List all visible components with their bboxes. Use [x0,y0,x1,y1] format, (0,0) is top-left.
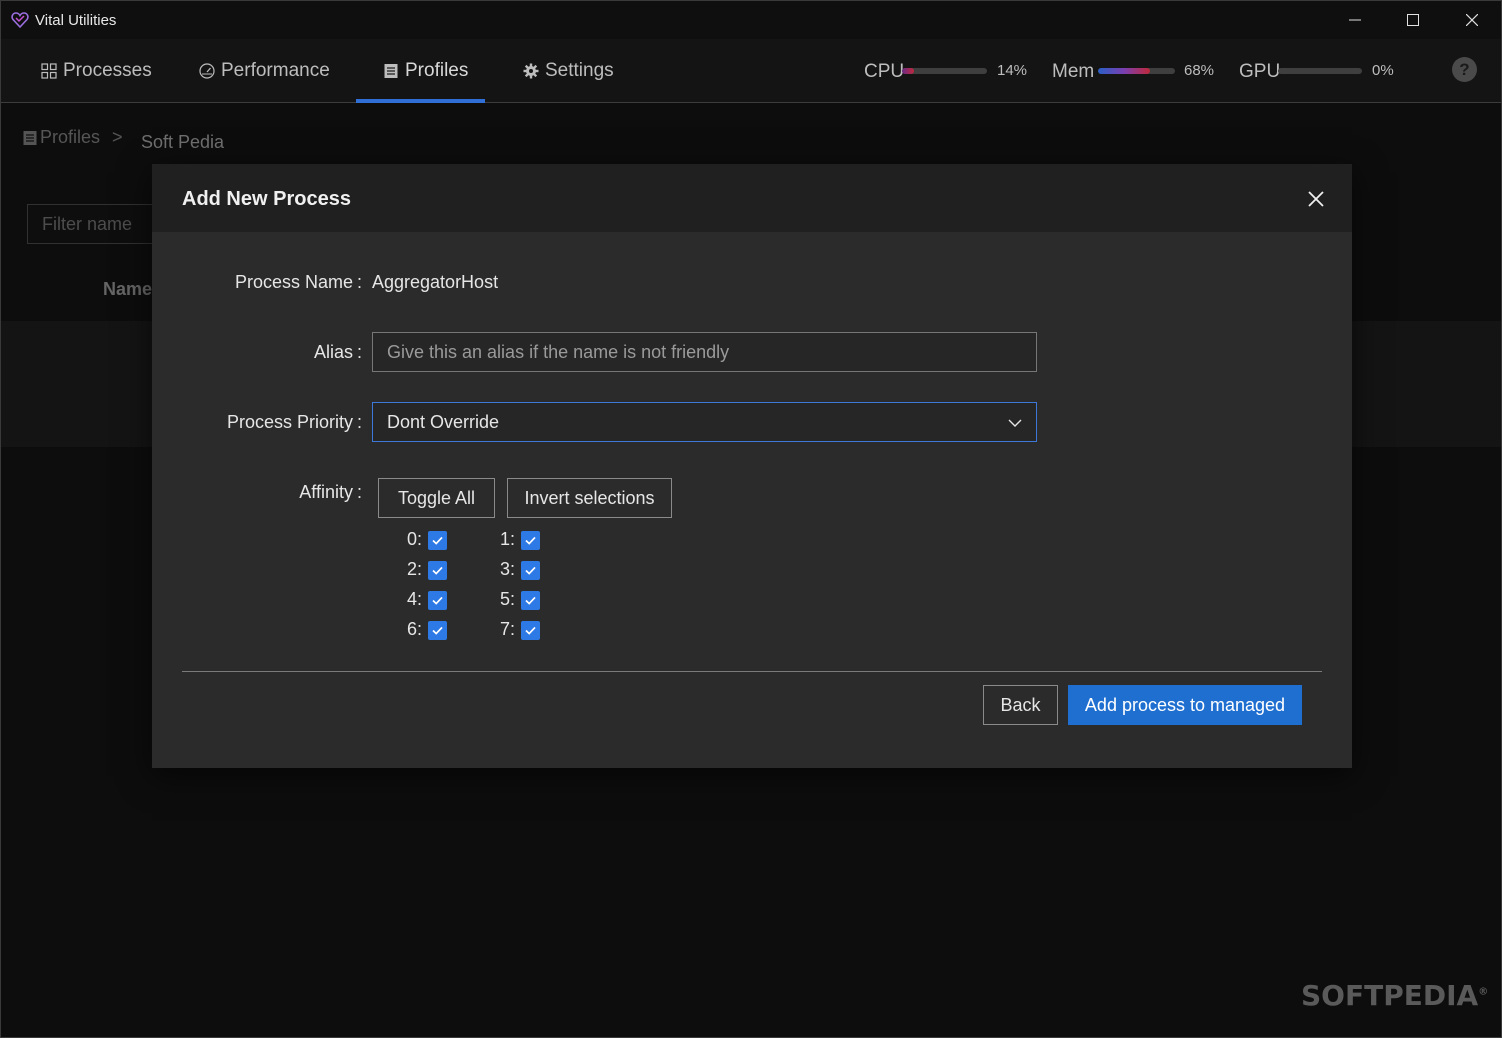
label-colon: : [356,272,362,292]
core-2-checkbox[interactable] [428,561,447,580]
registered-mark: ® [1478,986,1489,998]
tab-profiles-label: Profiles [405,60,469,81]
cpu-meter [902,68,987,74]
watermark-text: SOFTPEDIA [1301,979,1479,1012]
priority-selected-value: Dont Override [387,411,500,432]
mem-meter-fill [1098,68,1151,74]
help-icon[interactable]: ? [1452,57,1477,82]
checkmark-icon [525,596,536,605]
mem-label: Mem [1052,61,1095,82]
gpu-meter [1278,68,1362,74]
cpu-label: CPU [864,61,905,82]
label-colon: : [356,342,362,362]
checkmark-icon [432,626,443,635]
tab-profiles[interactable]: Profiles [383,39,468,103]
checkmark-icon [525,536,536,545]
checkmark-icon [525,566,536,575]
core-label: 2: [406,559,422,579]
tab-processes-label: Processes [63,60,152,81]
alias-input[interactable] [372,332,1037,372]
nav-bar: Processes Performance Profiles Settings … [1,39,1501,103]
chevron-down-icon [1008,419,1022,427]
gauge-icon [199,63,215,79]
tab-settings[interactable]: Settings [523,39,614,103]
label-colon: : [356,482,362,502]
label-colon: : [356,412,362,432]
core-label: 5: [499,589,515,609]
cpu-meter-fill [902,68,914,74]
core-5-checkbox[interactable] [521,591,540,610]
alias-label-text: Alias [313,342,353,362]
title-bar: Vital Utilities [1,1,1501,39]
add-process-dialog: Add New Process Process Name: Aggregator… [152,164,1352,768]
add-process-button[interactable]: Add process to managed [1068,685,1302,725]
maximize-icon [1407,14,1419,26]
tab-settings-label: Settings [545,60,614,81]
invert-selections-button[interactable]: Invert selections [507,478,672,518]
tab-performance[interactable]: Performance [199,39,330,103]
core-label: 3: [499,559,515,579]
mem-value: 68% [1184,62,1215,79]
core-7-checkbox[interactable] [521,621,540,640]
core-6-checkbox[interactable] [428,621,447,640]
priority-label-text: Process Priority [226,412,353,432]
minimize-button[interactable] [1326,1,1384,39]
toggle-all-button[interactable]: Toggle All [378,478,495,518]
back-button[interactable]: Back [983,685,1058,725]
priority-label: Process Priority: [62,412,362,433]
mem-meter [1098,68,1175,74]
tab-processes[interactable]: Processes [41,39,152,103]
process-name-value: AggregatorHost [372,272,499,292]
close-icon[interactable] [1306,189,1326,209]
checkmark-icon [432,536,443,545]
cpu-value: 14% [997,62,1028,79]
app-window: Vital Utilities Processes Performance Pr… [0,0,1502,1038]
affinity-label: Affinity: [62,482,362,503]
gear-icon [523,63,539,79]
core-label: 1: [499,529,515,549]
heart-logo-icon [11,12,29,29]
core-label: 6: [406,619,422,639]
dialog-header: Add New Process [152,164,1352,232]
affinity-label-text: Affinity [299,482,353,502]
core-3-checkbox[interactable] [521,561,540,580]
watermark: SOFTPEDIA® [1301,979,1488,1012]
gpu-value: 0% [1372,62,1394,79]
dialog-title: Add New Process [182,188,351,210]
dialog-divider [182,671,1322,672]
checkmark-icon [432,596,443,605]
gpu-label: GPU [1239,61,1281,82]
app-title: Vital Utilities [35,12,117,29]
grid-icon [41,63,57,79]
core-label: 4: [406,589,422,609]
core-1-checkbox[interactable] [521,531,540,550]
minimize-icon [1349,19,1361,21]
process-name-label-text: Process Name [234,272,353,292]
checkmark-icon [525,626,536,635]
close-window-button[interactable] [1443,1,1501,39]
alias-label: Alias: [62,342,362,363]
core-label: 7: [499,619,515,639]
close-icon [1466,14,1478,26]
maximize-button[interactable] [1384,1,1442,39]
list-icon [384,64,398,78]
core-0-checkbox[interactable] [428,531,447,550]
process-name-label: Process Name: [62,272,362,293]
tab-performance-label: Performance [221,60,330,81]
checkmark-icon [432,566,443,575]
core-label: 0: [406,529,422,549]
priority-select[interactable]: Dont Override [372,402,1037,442]
core-4-checkbox[interactable] [428,591,447,610]
